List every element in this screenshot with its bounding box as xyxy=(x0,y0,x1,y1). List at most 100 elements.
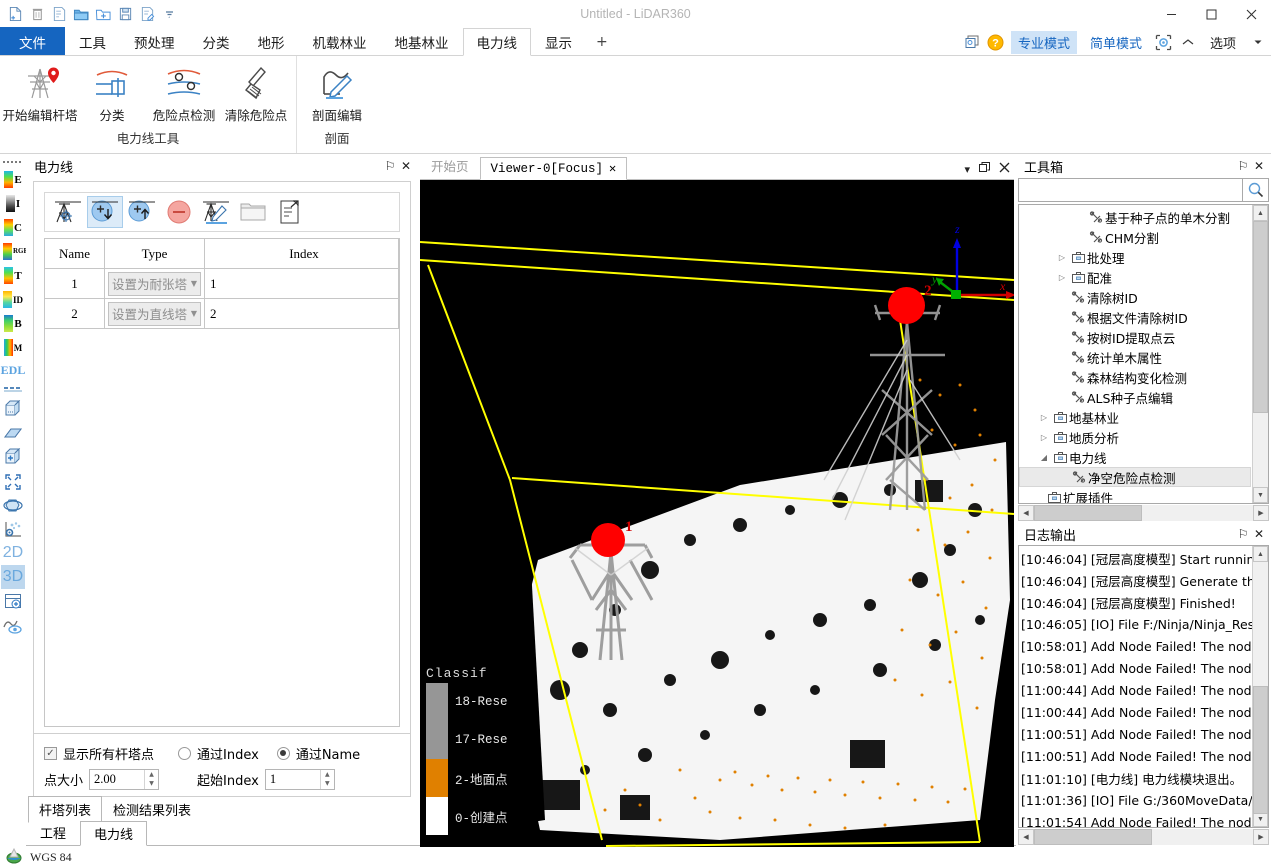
ribbon-tab-file[interactable]: 文件 xyxy=(0,27,65,55)
tree-item-extension-plugins[interactable]: 扩展插件 xyxy=(1019,487,1252,503)
scroll-track[interactable] xyxy=(1034,829,1253,845)
dock-tab-project[interactable]: 工程 xyxy=(26,820,80,845)
pin-icon[interactable]: ⚐ xyxy=(1235,526,1251,542)
settings-icon[interactable] xyxy=(1155,33,1173,51)
table-row[interactable]: 1 设置为耐张塔 ▼ 1 xyxy=(45,269,399,299)
scroll-left-button[interactable]: ◀ xyxy=(1018,829,1034,845)
subtab-tower-list[interactable]: 杆塔列表 xyxy=(28,796,103,823)
open-folder-icon[interactable] xyxy=(71,4,91,24)
toolbox-vertical-scrollbar[interactable]: ▲ ▼ xyxy=(1252,205,1268,503)
window-icon[interactable] xyxy=(963,33,981,51)
list-item[interactable]: [10:46:05] [IO] File F:/Ninja/Ninja_Resc xyxy=(1019,613,1252,635)
by-name-radio[interactable] xyxy=(276,746,290,760)
blend-ramp-icon[interactable]: B xyxy=(1,312,25,335)
fit-view-icon[interactable] xyxy=(1,470,25,493)
save-icon[interactable] xyxy=(115,4,135,24)
start-edit-tower-button[interactable]: 开始编辑杆塔 xyxy=(3,60,78,127)
save-as-icon[interactable] xyxy=(137,4,157,24)
minimize-button[interactable] xyxy=(1151,0,1191,28)
rotate-view-icon[interactable] xyxy=(1,494,25,517)
tree-item-batch-processing[interactable]: ▷ 批处理 xyxy=(1019,247,1252,267)
overflow-chevron-icon[interactable] xyxy=(159,4,179,24)
tree-item-power-line[interactable]: ◢ 电力线 xyxy=(1019,447,1252,467)
dock-tab-power-line[interactable]: 电力线 xyxy=(80,821,148,846)
profile-edit-button[interactable]: 剖面编辑 xyxy=(301,60,373,127)
tree-item-clear-tree-id[interactable]: 清除树ID xyxy=(1019,287,1252,307)
add-tower-up-button[interactable] xyxy=(125,197,159,227)
pin-icon[interactable]: ⚐ xyxy=(382,158,398,174)
scroll-left-button[interactable]: ◀ xyxy=(1018,505,1034,521)
classification-ramp-icon[interactable]: C xyxy=(1,216,25,239)
start-index-value[interactable]: 1 xyxy=(266,770,320,789)
options-button[interactable]: 选项 xyxy=(1203,31,1243,54)
start-index-stepper[interactable]: 1 ▲ ▼ xyxy=(264,768,335,790)
show-all-towers-checkbox[interactable]: ✓ xyxy=(44,746,57,760)
maximize-button[interactable] xyxy=(1191,0,1231,28)
scroll-up-button[interactable]: ▲ xyxy=(1253,546,1268,562)
log-horizontal-scrollbar[interactable]: ◀ ▶ xyxy=(1018,829,1269,845)
add-tower-down-button[interactable] xyxy=(87,196,123,228)
list-item[interactable]: [11:01:54] Add Node Failed! The node is xyxy=(1019,811,1252,828)
list-item[interactable]: [11:00:51] Add Node Failed! The node is xyxy=(1019,745,1252,767)
ribbon-tab-preprocess[interactable]: 预处理 xyxy=(120,27,189,55)
point-size-spin-buttons[interactable]: ▲ ▼ xyxy=(144,769,158,789)
edit-file-icon[interactable] xyxy=(49,4,69,24)
time-ramp-icon[interactable]: T xyxy=(1,264,25,287)
help-icon[interactable]: ? xyxy=(987,33,1005,51)
delete-icon[interactable] xyxy=(27,4,47,24)
clear-danger-point-button[interactable]: 清除危险点 xyxy=(220,60,292,127)
tree-item-terrestrial-forestry[interactable]: ▷ 地基林业 xyxy=(1019,407,1252,427)
chevron-right-icon[interactable]: ▷ xyxy=(1055,253,1069,262)
scroll-thumb[interactable] xyxy=(1034,505,1142,521)
ribbon-tab-display[interactable]: 显示 xyxy=(531,27,586,55)
table-row[interactable]: 2 设置为直线塔 ▼ 2 xyxy=(45,299,399,329)
classify-button[interactable]: 分类 xyxy=(76,60,148,127)
list-item[interactable]: [10:58:01] Add Node Failed! The node is xyxy=(1019,635,1252,657)
viewer-tab-viewer-0[interactable]: Viewer-0[Focus] ✕ xyxy=(479,157,628,180)
close-icon[interactable]: ✕ xyxy=(1251,526,1267,542)
scroll-thumb[interactable] xyxy=(1034,829,1152,845)
tree-item-seed-point-segmentation[interactable]: 基于种子点的单木分割 xyxy=(1019,207,1252,227)
point-cloud-canvas[interactable]: z y x 1 2 Classif 18-Rese 17-Rese 2-地面点 … xyxy=(420,180,1014,847)
pick-tower-button[interactable] xyxy=(51,197,85,227)
edl-icon[interactable]: EDL xyxy=(1,360,26,380)
ribbon-tab-classification[interactable]: 分类 xyxy=(189,27,244,55)
scroll-track[interactable] xyxy=(1253,562,1268,814)
ribbon-tab-add[interactable]: + xyxy=(586,27,618,55)
add-folder-icon[interactable] xyxy=(93,4,113,24)
scroll-down-button[interactable]: ▼ xyxy=(1253,487,1268,503)
intensity-ramp-icon[interactable]: I xyxy=(1,192,25,215)
tower-marker[interactable] xyxy=(591,523,625,557)
list-item[interactable]: [10:58:01] Add Node Failed! The node is xyxy=(1019,657,1252,679)
search-input[interactable] xyxy=(1018,178,1243,202)
by-index-radio[interactable] xyxy=(178,746,192,760)
scroll-thumb[interactable] xyxy=(1253,221,1268,413)
viewer-dropdown-icon[interactable]: ▾ xyxy=(964,163,970,176)
subtab-detection-result-list[interactable]: 检测结果列表 xyxy=(102,796,202,823)
ribbon-tab-tools[interactable]: 工具 xyxy=(65,27,120,55)
tower-marker[interactable] xyxy=(888,287,925,324)
tree-item-tree-attribute-statistics[interactable]: 统计单木属性 xyxy=(1019,347,1252,367)
options-chevron-down-icon[interactable] xyxy=(1249,33,1267,51)
point-size-value[interactable]: 2.00 xyxy=(90,770,144,789)
danger-point-detect-button[interactable]: 危险点检测 xyxy=(148,60,220,127)
search-button[interactable] xyxy=(1243,178,1269,202)
rgb-ramp-icon[interactable]: RGB xyxy=(1,240,28,263)
start-index-spin-buttons[interactable]: ▲ ▼ xyxy=(319,769,334,789)
log-vertical-scrollbar[interactable]: ▲ ▼ xyxy=(1252,546,1268,827)
elevation-ramp-icon[interactable]: E xyxy=(1,168,25,191)
list-item[interactable]: [11:00:51] Add Node Failed! The node is xyxy=(1019,723,1252,745)
collapse-ribbon-icon[interactable] xyxy=(1179,33,1197,51)
id-ramp-icon[interactable]: ID xyxy=(1,288,25,311)
scroll-right-button[interactable]: ▶ xyxy=(1253,829,1269,845)
ribbon-tab-terrestrial-forestry[interactable]: 地基林业 xyxy=(381,27,463,55)
close-icon[interactable]: ✕ xyxy=(398,158,414,174)
list-item[interactable]: [10:46:04] [冠层高度模型] Generate the xyxy=(1019,569,1252,591)
tree-item-registration[interactable]: ▷ 配准 xyxy=(1019,267,1252,287)
viewer-restore-icon[interactable] xyxy=(979,162,990,176)
tower-type-cell[interactable]: 设置为耐张塔 ▼ xyxy=(105,269,205,299)
tree-item-clear-tree-id-by-file[interactable]: 根据文件清除树ID xyxy=(1019,307,1252,327)
point-settings-icon[interactable] xyxy=(1,518,25,541)
plane-select-icon[interactable] xyxy=(1,422,25,445)
close-icon[interactable]: ✕ xyxy=(1251,158,1267,174)
